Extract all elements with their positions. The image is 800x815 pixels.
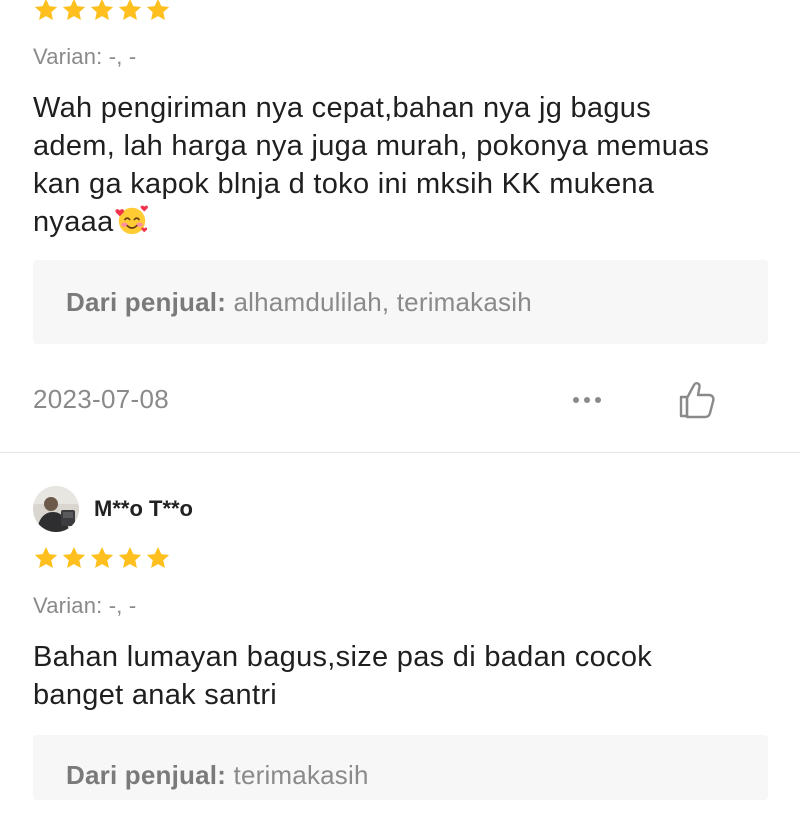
comment-line: banget anak santri bbox=[33, 679, 278, 711]
review-comment: Wah pengiriman nya cepat,bahan nya jg ba… bbox=[33, 89, 773, 241]
star-icon bbox=[34, 546, 58, 568]
seller-reply-label: Dari penjual: bbox=[66, 760, 227, 790]
star-rating bbox=[33, 545, 171, 571]
review-card: Varian: -, - Wah pengiriman nya cepat,ba… bbox=[0, 0, 800, 452]
comment-line: kan ga kapok blnja d toko ini mksih KK m… bbox=[33, 168, 655, 200]
variant-label: Varian: -, - bbox=[33, 44, 137, 69]
avatar[interactable] bbox=[33, 486, 79, 532]
comment-line: nyaaa bbox=[33, 203, 773, 241]
comment-line: adem, lah harga nya juga murah, pokonya … bbox=[33, 130, 710, 162]
comment-line-text: nyaaa bbox=[33, 206, 114, 238]
star-icon bbox=[34, 0, 58, 20]
star-icon bbox=[62, 546, 86, 568]
comment-line: Wah pengiriman nya cepat,bahan nya jg ba… bbox=[33, 92, 652, 124]
seller-reply-text: terimakasih bbox=[233, 760, 369, 790]
review-date: 2023-07-08 bbox=[33, 384, 169, 414]
seller-reply: Dari penjual: terimakasih bbox=[33, 735, 768, 800]
star-icon bbox=[62, 0, 86, 20]
seller-reply-label: Dari penjual: bbox=[66, 287, 227, 317]
comment-line: Bahan lumayan bagus,size pas di badan co… bbox=[33, 641, 653, 673]
more-options-icon[interactable] bbox=[573, 397, 601, 403]
seller-reply-text: alhamdulilah, terimakasih bbox=[233, 287, 532, 317]
avatar-image bbox=[33, 486, 79, 532]
reviewer-name: M**o T**o bbox=[94, 496, 193, 521]
star-icon bbox=[90, 0, 114, 20]
star-rating bbox=[33, 0, 171, 23]
smiling-face-with-hearts-icon bbox=[114, 205, 148, 235]
star-icon bbox=[146, 0, 170, 20]
star-icon bbox=[118, 546, 142, 568]
thumbs-up-icon[interactable] bbox=[676, 378, 720, 422]
star-icon bbox=[146, 546, 170, 568]
review-card: M**o T**o Varian: -, - Bahan lumayan bag… bbox=[0, 453, 800, 800]
review-comment: Bahan lumayan bagus,size pas di badan co… bbox=[33, 638, 773, 714]
seller-reply: Dari penjual: alhamdulilah, terimakasih bbox=[33, 260, 768, 344]
star-icon bbox=[90, 546, 114, 568]
variant-label: Varian: -, - bbox=[33, 593, 137, 618]
star-icon bbox=[118, 0, 142, 20]
